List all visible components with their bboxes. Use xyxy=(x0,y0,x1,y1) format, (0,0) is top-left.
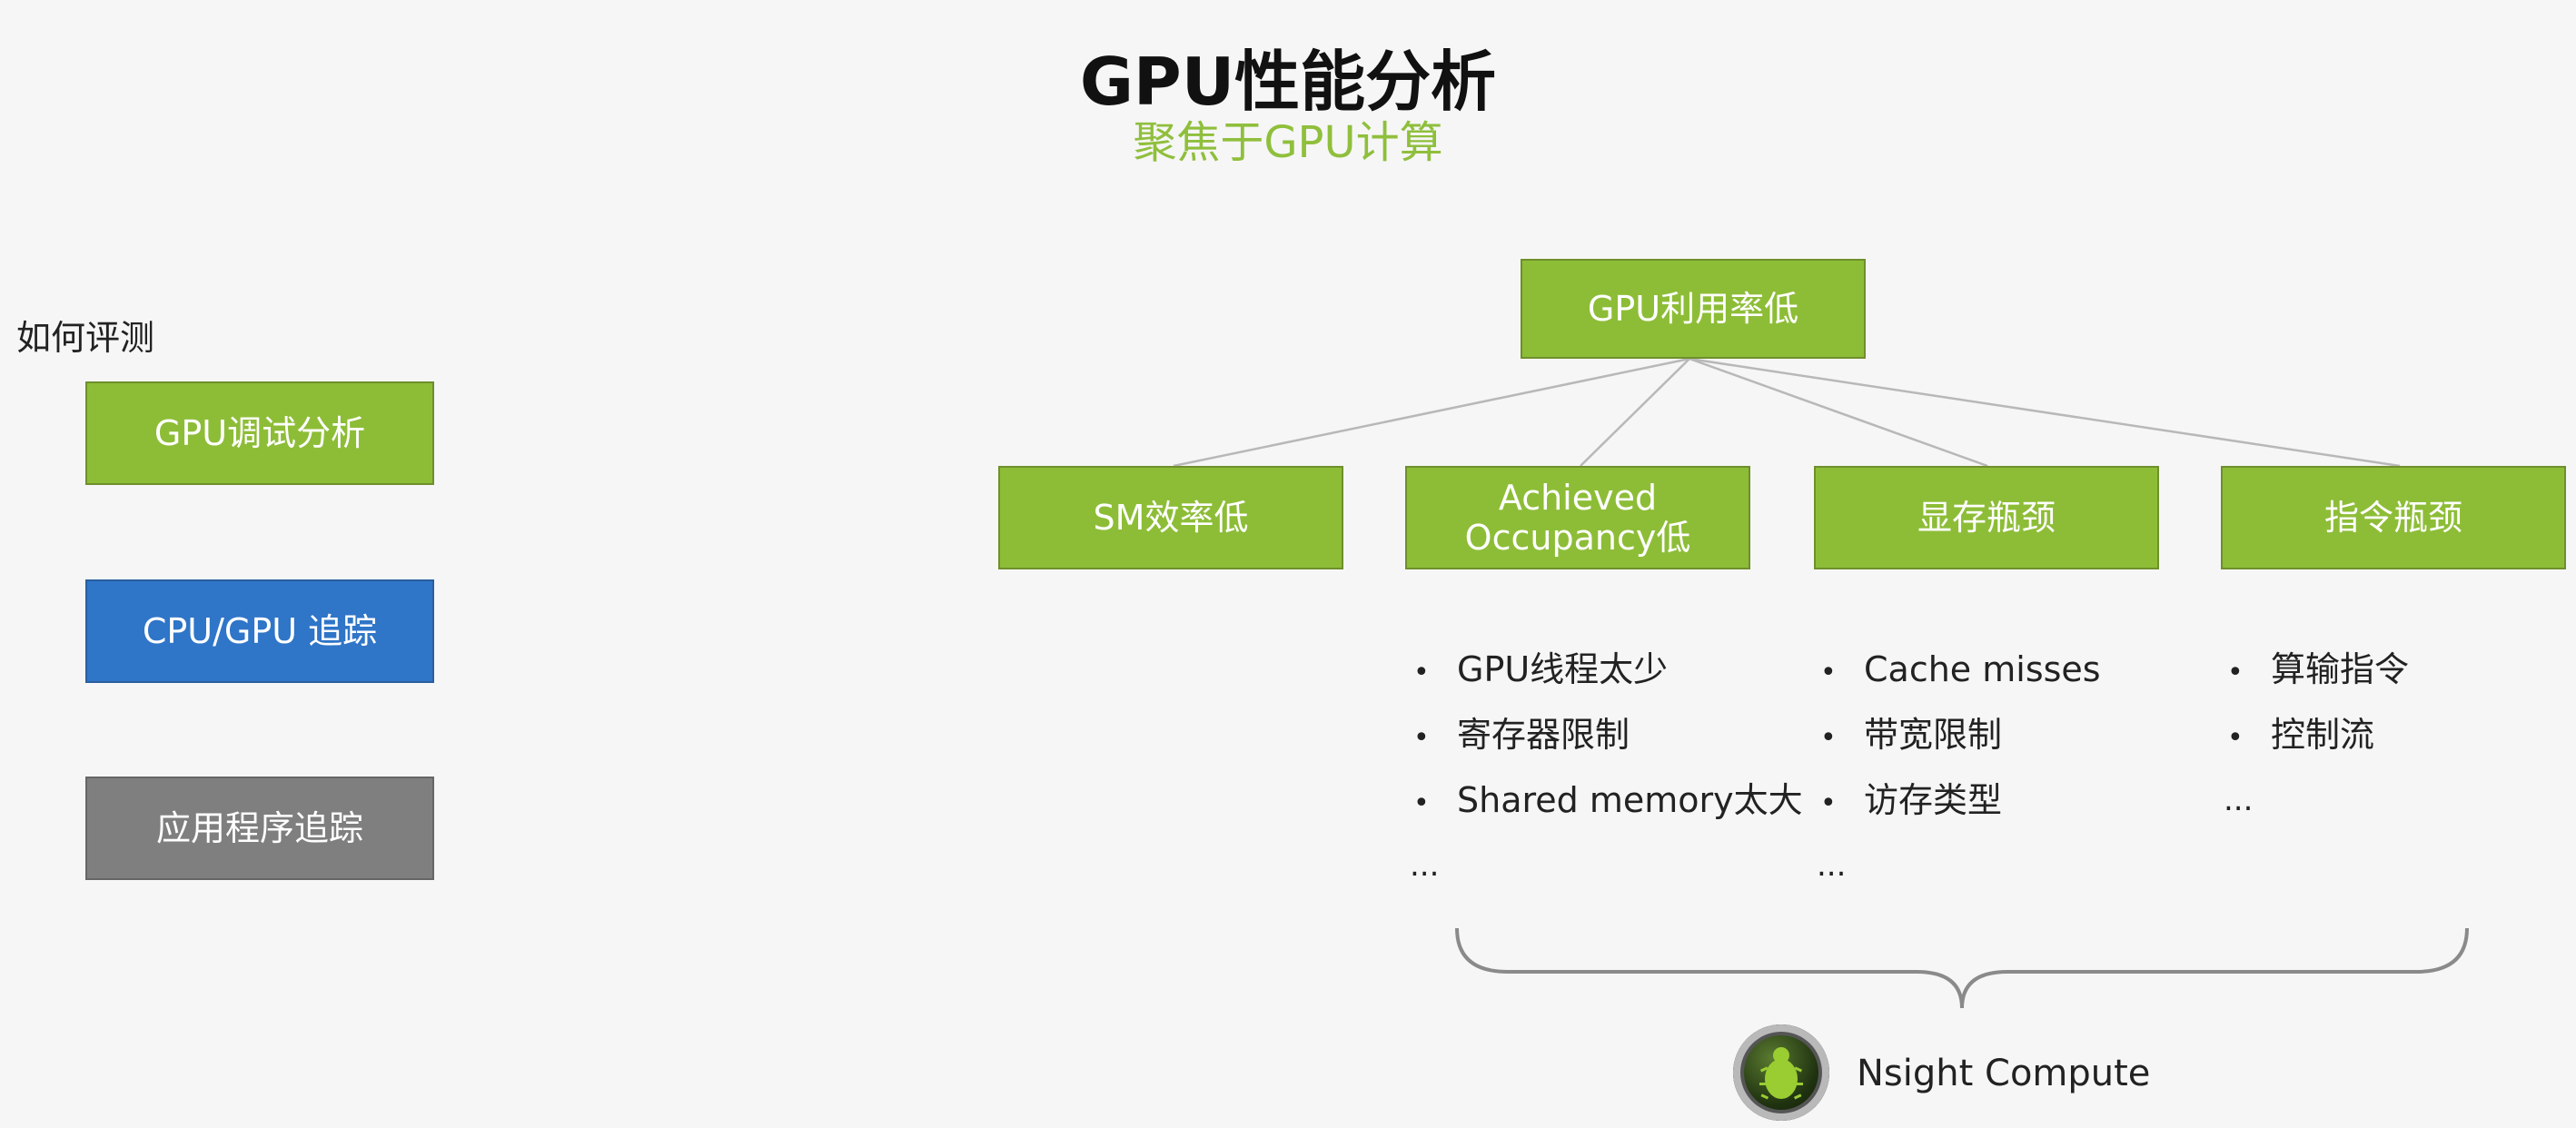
list-item: • Cache misses xyxy=(1820,649,2101,689)
occupancy-causes-list: • GPU线程太少 • 寄存器限制 • Shared memory太大 ... xyxy=(1410,637,1803,898)
nsight-compute-label: Nsight Compute xyxy=(1857,1053,2151,1094)
nsight-compute-logo-icon xyxy=(1733,1024,1829,1121)
achieved-occupancy-low-box: Achieved Occupancy低 xyxy=(1405,466,1750,569)
connector-line-instruction xyxy=(1689,357,2401,468)
sm-efficiency-low-box: SM效率低 xyxy=(998,466,1343,569)
instruction-causes-list: • 算输指令 • 控制流 ... xyxy=(2224,637,2409,833)
gpu-utilization-low-label: GPU利用率低 xyxy=(1587,289,1799,329)
list-item: • GPU线程太少 xyxy=(1413,649,1669,689)
list-item: ... xyxy=(1410,847,1440,884)
connector-line-occupancy xyxy=(1580,358,1690,467)
instruction-bottleneck-label: 指令瓶颈 xyxy=(2323,498,2462,538)
list-item: • 算输指令 xyxy=(2227,649,2410,689)
list-item: • 寄存器限制 xyxy=(1413,715,1630,755)
connector-line-sm xyxy=(1173,357,1690,468)
instruction-bottleneck-box: 指令瓶颈 xyxy=(2221,466,2566,569)
list-item: • 访存类型 xyxy=(1820,780,2003,820)
memory-bottleneck-label: 显存瓶颈 xyxy=(1917,498,2056,538)
sm-efficiency-low-label: SM效率低 xyxy=(1093,498,1249,538)
achieved-occupancy-line2: Occupancy低 xyxy=(1464,518,1691,558)
memory-causes-list: • Cache misses • 带宽限制 • 访存类型 ... xyxy=(1817,637,2101,898)
list-item: • 控制流 xyxy=(2227,715,2375,755)
connector-line-memory xyxy=(1689,357,1988,468)
list-item: ... xyxy=(2224,782,2254,818)
achieved-occupancy-line1: Achieved xyxy=(1498,478,1658,518)
list-item: • Shared memory太大 xyxy=(1413,780,1803,820)
memory-bottleneck-box: 显存瓶颈 xyxy=(1814,466,2159,569)
grouping-brace xyxy=(1455,927,2469,1009)
list-item: • 带宽限制 xyxy=(1820,715,2003,755)
gpu-utilization-low-box: GPU利用率低 xyxy=(1521,259,1866,359)
list-item: ... xyxy=(1817,847,1847,884)
